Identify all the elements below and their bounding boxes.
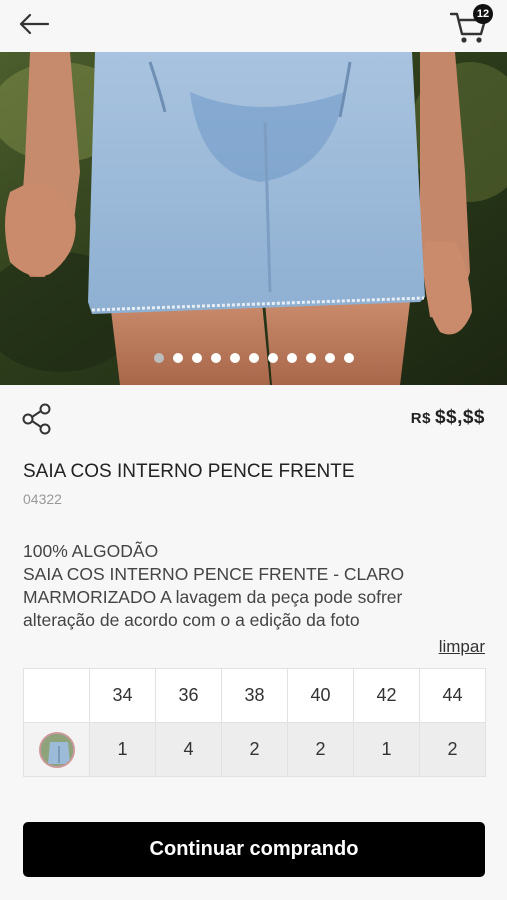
color-thumbnail-cell[interactable] [23,722,90,777]
product-title: SAIA COS INTERNO PENCE FRENTE [23,461,355,482]
carousel-dot[interactable] [343,353,354,363]
carousel-dot[interactable] [286,353,297,363]
size-cell-34[interactable]: 34 [89,668,156,723]
quantity-cell-42[interactable]: 1 [353,722,420,777]
carousel-dots [0,353,507,363]
cart-button[interactable]: 12 [449,4,493,44]
product-description: 100% ALGODÃO SAIA COS INTERNO PENCE FREN… [23,540,493,632]
quantity-cell-38[interactable]: 2 [221,722,288,777]
description-line: alteração de acordo com o a edição da fo… [23,610,360,630]
back-arrow-icon [19,13,50,35]
grid-corner [23,668,90,723]
cart-count-badge: 12 [473,4,493,24]
quantity-cell-34[interactable]: 1 [89,722,156,777]
carousel-dot[interactable] [305,353,316,363]
quantity-row: 1 4 2 2 1 2 [23,722,486,777]
top-bar: 12 [0,0,507,52]
carousel-dot[interactable] [210,353,221,363]
description-line: 100% ALGODÃO [23,541,159,561]
quantity-cell-40[interactable]: 2 [287,722,354,777]
product-price: R$ $$,$$ [411,407,485,429]
size-cell-42[interactable]: 42 [353,668,420,723]
quantity-cell-36[interactable]: 4 [155,722,222,777]
size-cell-36[interactable]: 36 [155,668,222,723]
size-quantity-grid: 34 36 38 40 42 44 1 4 2 2 1 2 [23,668,486,777]
carousel-dot[interactable] [153,353,164,363]
carousel-dot[interactable] [324,353,335,363]
carousel-dot[interactable] [248,353,259,363]
share-icon [22,403,51,435]
description-line: MARMORIZADO A lavagem da peça pode sofre… [23,587,403,607]
carousel-dot[interactable] [172,353,183,363]
size-cell-38[interactable]: 38 [221,668,288,723]
size-row: 34 36 38 40 42 44 [23,668,486,723]
product-image-carousel[interactable] [0,52,507,385]
quantity-cell-44[interactable]: 2 [419,722,486,777]
back-button[interactable] [14,8,54,40]
continue-shopping-button[interactable]: Continuar comprando [23,822,485,877]
carousel-dot[interactable] [267,353,278,363]
carousel-dot[interactable] [229,353,240,363]
price-currency: R$ [410,410,431,427]
product-sku: 04322 [23,491,62,507]
product-photo [0,52,507,385]
color-swatch-thumbnail [38,731,75,768]
carousel-dot[interactable] [191,353,202,363]
description-line: SAIA COS INTERNO PENCE FRENTE - CLARO [23,564,405,584]
size-cell-44[interactable]: 44 [419,668,486,723]
size-cell-40[interactable]: 40 [287,668,354,723]
price-value: $$,$$ [434,407,485,428]
share-button[interactable] [20,402,54,436]
clear-link[interactable]: limpar [439,637,485,657]
